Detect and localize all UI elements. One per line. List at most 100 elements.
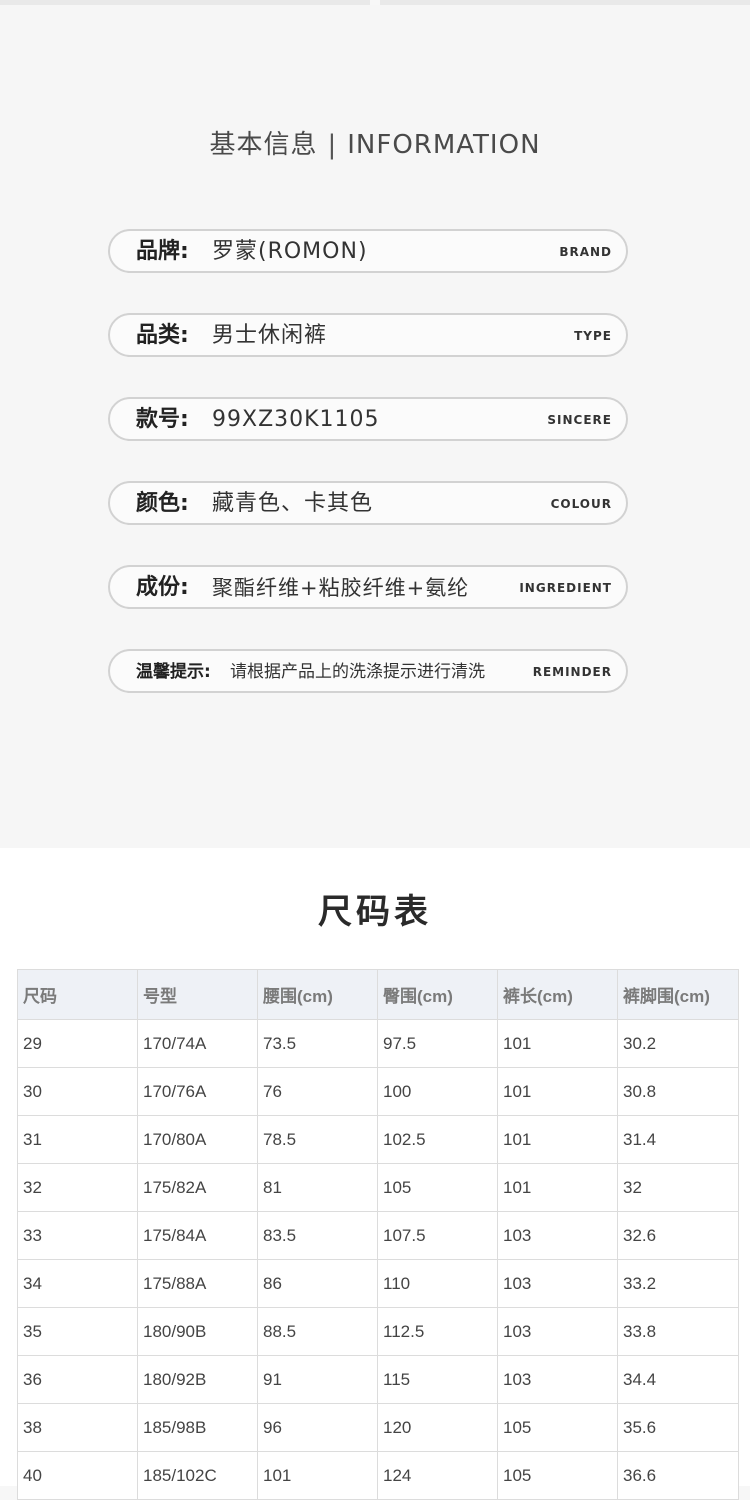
table-row: 38 185/98B 96 120 105 35.6 (17, 1403, 739, 1452)
header-hem: 裤脚围(cm) (617, 969, 739, 1020)
info-row-style-number: 款号: 99XZ30K1105 SINCERE (108, 397, 628, 441)
cell-waist: 96 (257, 1403, 378, 1452)
info-row-value: 请根据产品上的洗涤提示进行清洗 (230, 662, 485, 682)
info-row-tag: COLOUR (550, 497, 612, 511)
cell-waist: 88.5 (257, 1307, 378, 1356)
cell-size: 33 (17, 1211, 138, 1260)
cell-hip: 115 (377, 1355, 498, 1404)
cell-hem: 34.4 (617, 1355, 739, 1404)
table-row: 33 175/84A 83.5 107.5 103 32.6 (17, 1211, 739, 1260)
info-row-tag: SINCERE (547, 413, 612, 427)
cell-length: 101 (497, 1019, 618, 1068)
cell-waist: 101 (257, 1451, 378, 1500)
header-waist: 腰围(cm) (257, 969, 378, 1020)
header-size: 尺码 (17, 969, 138, 1020)
cell-length: 105 (497, 1451, 618, 1500)
top-divider-right (380, 0, 750, 5)
cell-length: 101 (497, 1115, 618, 1164)
cell-size: 34 (17, 1259, 138, 1308)
cell-hem: 35.6 (617, 1403, 739, 1452)
info-row-value: 藏青色、卡其色 (212, 491, 374, 516)
info-row-label: 颜色: (136, 491, 189, 516)
cell-size: 40 (17, 1451, 138, 1500)
cell-size: 36 (17, 1355, 138, 1404)
cell-hip: 120 (377, 1403, 498, 1452)
size-chart-header-row: 尺码 号型 腰围(cm) 臀围(cm) 裤长(cm) 裤脚围(cm) (17, 969, 739, 1020)
cell-size: 38 (17, 1403, 138, 1452)
cell-hip: 100 (377, 1067, 498, 1116)
cell-hem: 33.2 (617, 1259, 739, 1308)
table-row: 35 180/90B 88.5 112.5 103 33.8 (17, 1307, 739, 1356)
table-row: 29 170/74A 73.5 97.5 101 30.2 (17, 1019, 739, 1068)
header-hip: 臀围(cm) (377, 969, 498, 1020)
cell-length: 103 (497, 1259, 618, 1308)
cell-hip: 107.5 (377, 1211, 498, 1260)
info-row-colour: 颜色: 藏青色、卡其色 COLOUR (108, 481, 628, 525)
table-row: 34 175/88A 86 110 103 33.2 (17, 1259, 739, 1308)
header-fit: 号型 (137, 969, 258, 1020)
cell-size: 32 (17, 1163, 138, 1212)
cell-hip: 110 (377, 1259, 498, 1308)
header-length: 裤长(cm) (497, 969, 618, 1020)
cell-hip: 102.5 (377, 1115, 498, 1164)
cell-length: 103 (497, 1307, 618, 1356)
cell-length: 101 (497, 1163, 618, 1212)
cell-length: 103 (497, 1355, 618, 1404)
info-row-value: 99XZ30K1105 (212, 407, 380, 432)
info-row-label: 款号: (136, 407, 189, 432)
info-row-ingredient: 成份: 聚酯纤维+粘胶纤维+氨纶 INGREDIENT (108, 565, 628, 609)
table-row: 31 170/80A 78.5 102.5 101 31.4 (17, 1115, 739, 1164)
size-chart-table: 尺码 号型 腰围(cm) 臀围(cm) 裤长(cm) 裤脚围(cm) 29 17… (17, 969, 739, 1500)
cell-fit: 175/88A (137, 1259, 258, 1308)
cell-size: 29 (17, 1019, 138, 1068)
cell-fit: 170/80A (137, 1115, 258, 1164)
cell-fit: 175/84A (137, 1211, 258, 1260)
table-row: 40 185/102C 101 124 105 36.6 (17, 1451, 739, 1500)
cell-fit: 170/74A (137, 1019, 258, 1068)
info-row-label: 温馨提示: (136, 662, 211, 682)
table-row: 30 170/76A 76 100 101 30.8 (17, 1067, 739, 1116)
cell-fit: 180/92B (137, 1355, 258, 1404)
cell-fit: 175/82A (137, 1163, 258, 1212)
cell-size: 30 (17, 1067, 138, 1116)
cell-length: 103 (497, 1211, 618, 1260)
information-title-cn: 基本信息 (209, 130, 318, 160)
information-title-en: INFORMATION (347, 130, 541, 160)
cell-hem: 32 (617, 1163, 739, 1212)
cell-length: 105 (497, 1403, 618, 1452)
cell-waist: 73.5 (257, 1019, 378, 1068)
cell-hem: 31.4 (617, 1115, 739, 1164)
info-row-type: 品类: 男士休闲裤 TYPE (108, 313, 628, 357)
cell-waist: 81 (257, 1163, 378, 1212)
info-row-label: 品类: (136, 323, 189, 348)
table-row: 32 175/82A 81 105 101 32 (17, 1163, 739, 1212)
cell-hem: 32.6 (617, 1211, 739, 1260)
info-row-tag: BRAND (559, 245, 612, 259)
info-row-label: 品牌: (136, 239, 189, 264)
cell-hem: 36.6 (617, 1451, 739, 1500)
cell-hem: 33.8 (617, 1307, 739, 1356)
cell-hip: 124 (377, 1451, 498, 1500)
top-divider-left (0, 0, 370, 5)
cell-fit: 185/102C (137, 1451, 258, 1500)
size-chart-title: 尺码表 (318, 892, 432, 932)
cell-waist: 91 (257, 1355, 378, 1404)
cell-hem: 30.8 (617, 1067, 739, 1116)
cell-fit: 185/98B (137, 1403, 258, 1452)
cell-fit: 180/90B (137, 1307, 258, 1356)
cell-size: 35 (17, 1307, 138, 1356)
info-row-value: 男士休闲裤 (212, 323, 328, 348)
info-row-value: 罗蒙(ROMON) (212, 239, 368, 264)
cell-size: 31 (17, 1115, 138, 1164)
info-row-brand: 品牌: 罗蒙(ROMON) BRAND (108, 229, 628, 273)
cell-hem: 30.2 (617, 1019, 739, 1068)
information-title-separator: | (327, 130, 338, 160)
top-divider (0, 0, 750, 5)
cell-hip: 97.5 (377, 1019, 498, 1068)
cell-length: 101 (497, 1067, 618, 1116)
cell-hip: 112.5 (377, 1307, 498, 1356)
info-row-tag: REMINDER (532, 665, 612, 679)
info-row-tag: TYPE (574, 329, 612, 343)
cell-waist: 86 (257, 1259, 378, 1308)
cell-fit: 170/76A (137, 1067, 258, 1116)
